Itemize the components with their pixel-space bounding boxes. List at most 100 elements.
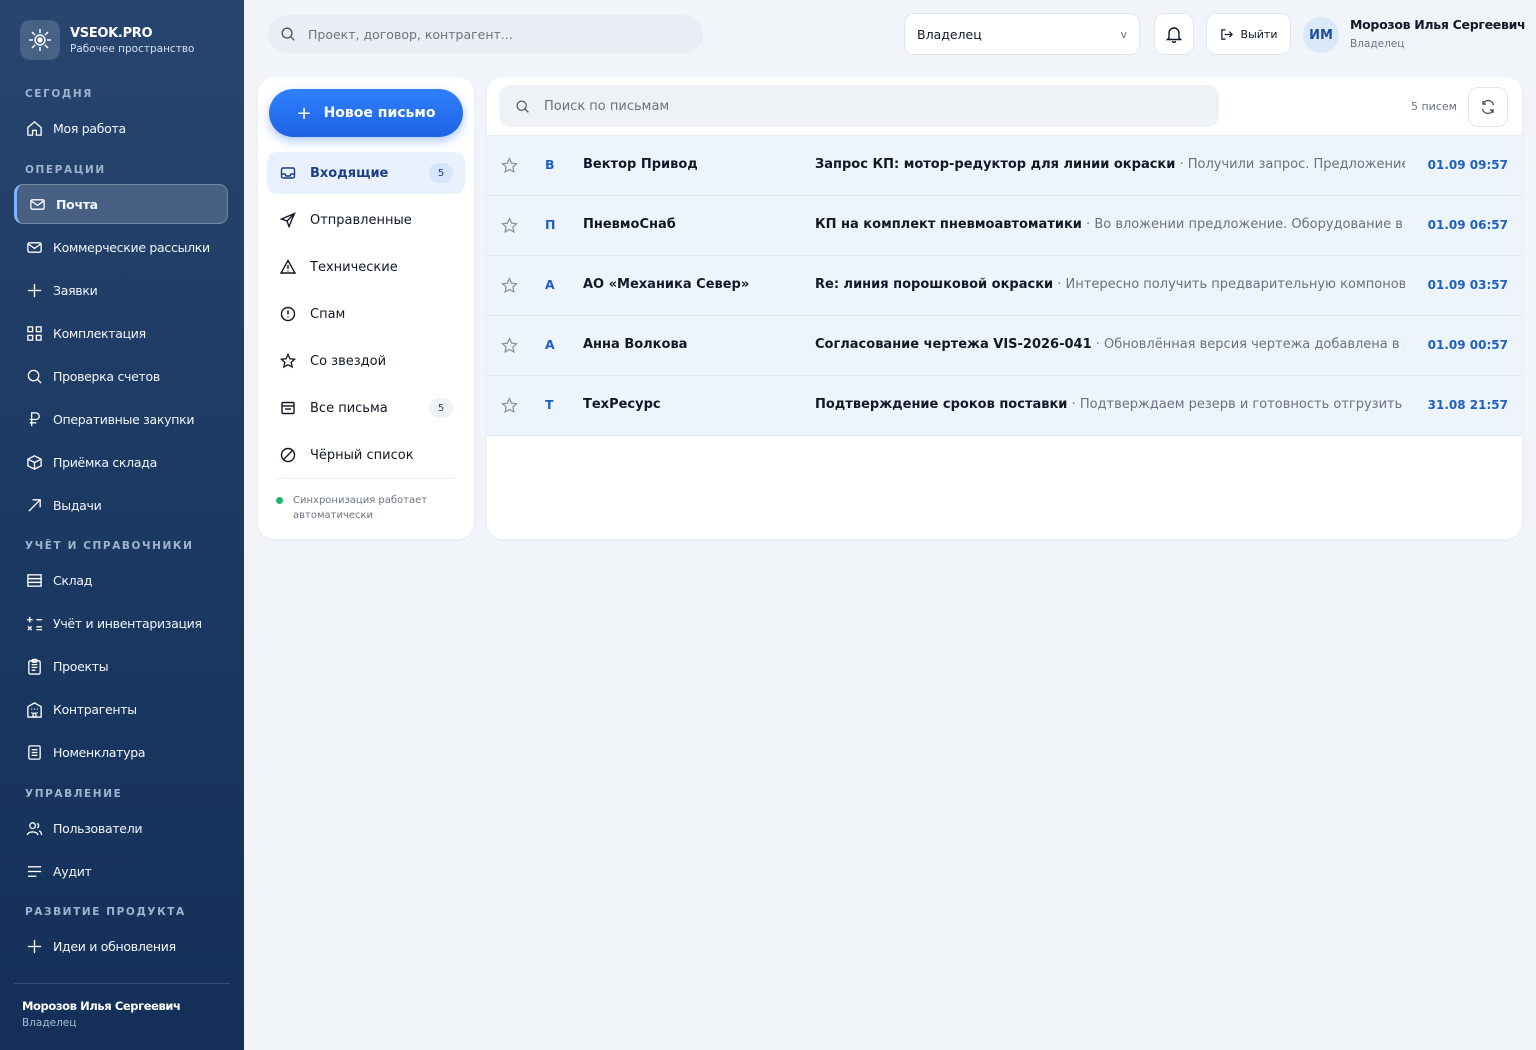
brand-subtitle: Рабочее пространство bbox=[70, 42, 195, 55]
refresh-icon bbox=[1481, 99, 1495, 115]
sidebar-item-inventory[interactable]: Учёт и инвентаризация bbox=[14, 603, 228, 643]
section-title-accounting: УЧЁТ И СПРАВОЧНИКИ bbox=[25, 540, 194, 552]
sidebar-item-users[interactable]: Пользователи bbox=[14, 808, 228, 848]
sync-status: Синхронизация работает автоматически bbox=[276, 478, 456, 523]
sidebar-user-name: Морозов Илья Сергеевич bbox=[22, 999, 181, 1013]
star-icon[interactable] bbox=[501, 157, 518, 174]
folder-label: Со звездой bbox=[310, 353, 387, 369]
folder-inbox[interactable]: Входящие 5 bbox=[267, 152, 465, 194]
mail-icon bbox=[30, 198, 45, 210]
avatar[interactable]: ИМ bbox=[1303, 17, 1339, 53]
mail-folders-panel: + Новое письмо Входящие 5 Отправленные Т… bbox=[258, 77, 474, 539]
role-select[interactable]: Владелец v bbox=[904, 13, 1140, 55]
sidebar-user-footer[interactable]: Морозов Илья Сергеевич Владелец bbox=[14, 983, 230, 1029]
mail-row[interactable]: В Вектор Привод Запрос КП: мотор-редукто… bbox=[487, 136, 1522, 196]
sidebar-item-projects[interactable]: Проекты bbox=[14, 646, 228, 686]
plus-icon bbox=[27, 283, 42, 297]
mail-preview: Получили запрос. Предложение и ср... bbox=[1187, 157, 1405, 172]
sidebar-item-quick-purchases[interactable]: Оперативные закупки bbox=[14, 399, 228, 439]
sender-initial: А bbox=[545, 337, 555, 352]
refresh-button[interactable] bbox=[1468, 87, 1508, 127]
sidebar-item-audit[interactable]: Аудит bbox=[14, 851, 228, 891]
folder-label: Чёрный список bbox=[310, 447, 414, 463]
brand-logo bbox=[20, 20, 60, 60]
folder-label: Технические bbox=[310, 259, 398, 275]
sidebar-item-label: Оперативные закупки bbox=[53, 411, 195, 427]
folder-starred[interactable]: Со звездой bbox=[267, 340, 465, 382]
folder-spam[interactable]: Спам bbox=[267, 293, 465, 335]
sender-initial: П bbox=[545, 217, 556, 232]
star-icon[interactable] bbox=[501, 337, 518, 354]
star-icon[interactable] bbox=[501, 277, 518, 294]
archive-icon bbox=[281, 401, 295, 415]
sidebar-item-label: Пользователи bbox=[53, 820, 143, 836]
section-title-management: УПРАВЛЕНИЕ bbox=[25, 788, 123, 800]
mail-row[interactable]: Т ТехРесурс Подтверждение сроков поставк… bbox=[487, 376, 1522, 436]
star-icon[interactable] bbox=[501, 397, 518, 414]
mail-sender: ТехРесурс bbox=[583, 397, 661, 412]
mail-time: 01.09 03:57 bbox=[1427, 278, 1508, 292]
sidebar-item-label: Моя работа bbox=[53, 120, 126, 136]
clipboard-icon bbox=[28, 658, 41, 675]
mail-subject-line: Re: линия порошковой окраски · Интересно… bbox=[815, 277, 1405, 292]
brand[interactable]: VSEOK.PRO Рабочее пространство bbox=[20, 20, 194, 60]
sender-initial: В bbox=[545, 157, 555, 172]
send-icon bbox=[280, 212, 296, 228]
sidebar-item-counterparties[interactable]: Контрагенты bbox=[14, 689, 228, 729]
compose-label: Новое письмо bbox=[323, 105, 436, 121]
sidebar-item-label: Почта bbox=[56, 196, 98, 212]
sync-status-dot bbox=[276, 497, 283, 504]
folder-blacklist[interactable]: Чёрный список bbox=[267, 434, 465, 476]
mail-row[interactable]: А АО «Механика Север» Re: линия порошков… bbox=[487, 256, 1522, 316]
sidebar-item-ideas[interactable]: Идеи и обновления bbox=[14, 926, 228, 966]
sidebar-item-requests[interactable]: Заявки bbox=[14, 270, 228, 310]
mail-row[interactable]: П ПневмоСнаб КП на комплект пневмоавтома… bbox=[487, 196, 1522, 256]
mail-search-input[interactable]: Поиск по письмам bbox=[499, 85, 1219, 127]
sidebar-item-mail[interactable]: Почта bbox=[14, 184, 228, 224]
sidebar-item-label: Выдачи bbox=[53, 497, 102, 513]
global-search-input[interactable]: Проект, договор, контрагент... bbox=[268, 15, 703, 53]
notifications-button[interactable] bbox=[1154, 13, 1194, 55]
sidebar: VSEOK.PRO Рабочее пространство СЕГОДНЯ М… bbox=[0, 0, 244, 1050]
sidebar-item-issues[interactable]: Выдачи bbox=[14, 485, 228, 525]
chevron-down-icon: v bbox=[1120, 27, 1127, 41]
ruble-icon bbox=[29, 411, 40, 426]
folder-sent[interactable]: Отправленные bbox=[267, 199, 465, 241]
mail-sender: Анна Волкова bbox=[583, 337, 688, 352]
mail-row[interactable]: А Анна Волкова Согласование чертежа VIS-… bbox=[487, 316, 1522, 376]
mail-time: 31.08 21:57 bbox=[1427, 398, 1508, 412]
sidebar-item-my-work[interactable]: Моя работа bbox=[14, 108, 228, 148]
sidebar-item-invoice-check[interactable]: Проверка счетов bbox=[14, 356, 228, 396]
section-title-today: СЕГОДНЯ bbox=[25, 88, 93, 100]
mail-count: 5 писем bbox=[1411, 100, 1457, 113]
sidebar-item-label: Проверка счетов bbox=[53, 368, 160, 384]
star-icon[interactable] bbox=[501, 217, 518, 234]
mail-search-placeholder: Поиск по письмам bbox=[544, 98, 670, 114]
logout-button[interactable]: Выйти bbox=[1206, 13, 1291, 55]
sidebar-item-warehouse-receiving[interactable]: Приёмка склада bbox=[14, 442, 228, 482]
list-icon bbox=[28, 744, 41, 760]
folder-count-badge: 5 bbox=[429, 398, 453, 418]
sidebar-item-nomenclature[interactable]: Номенклатура bbox=[14, 732, 228, 772]
sync-status-text: Синхронизация работает автоматически bbox=[293, 495, 428, 521]
alert-circle-icon bbox=[280, 306, 296, 322]
sidebar-item-label: Учёт и инвентаризация bbox=[53, 615, 202, 631]
star-icon bbox=[280, 353, 296, 369]
plus-icon bbox=[27, 939, 42, 953]
block-icon bbox=[280, 447, 296, 463]
sidebar-user-role: Владелец bbox=[22, 1017, 77, 1029]
mail-preview: Интересно получить предварительную компо… bbox=[1065, 277, 1405, 292]
users-icon bbox=[26, 821, 43, 835]
sidebar-item-warehouse[interactable]: Склад bbox=[14, 560, 228, 600]
mail-preview: Во вложении предложение. Оборудование в … bbox=[1094, 217, 1405, 232]
folder-all-mail[interactable]: Все письма 5 bbox=[267, 387, 465, 429]
section-title-product: РАЗВИТИЕ ПРОДУКТА bbox=[25, 906, 186, 918]
sidebar-item-commercial-mailings[interactable]: Коммерческие рассылки bbox=[14, 227, 228, 267]
mail-subject: Re: линия порошковой окраски bbox=[815, 277, 1054, 292]
folder-technical[interactable]: Технические bbox=[267, 246, 465, 288]
header-user-name: Морозов Илья Сергеевич bbox=[1350, 17, 1526, 32]
mail-sender: АО «Механика Север» bbox=[583, 277, 750, 292]
sidebar-item-kitting[interactable]: Комплектация bbox=[14, 313, 228, 353]
compose-button[interactable]: + Новое письмо bbox=[269, 89, 463, 137]
sender-initial: Т bbox=[545, 397, 554, 412]
